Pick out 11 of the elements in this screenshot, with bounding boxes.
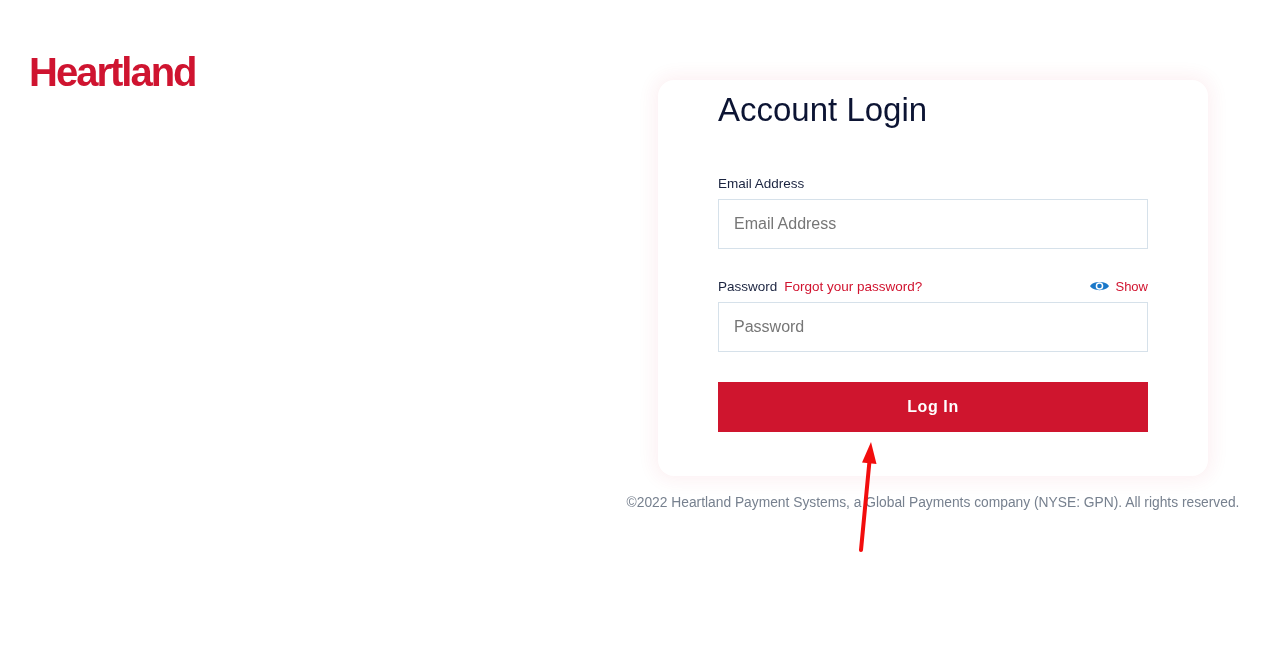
email-field[interactable]: Email Address (718, 199, 1148, 249)
logo: Heartland (29, 50, 196, 94)
show-password-button[interactable]: Show (1090, 278, 1148, 294)
login-button[interactable]: Log In (718, 382, 1148, 432)
field-label: Password (718, 278, 778, 294)
password-field[interactable]: Password (718, 302, 1148, 352)
field-label: Email Address (718, 175, 805, 191)
forgot-password-link[interactable]: Forgot your password? (784, 278, 923, 294)
copyright-text: ©2022 Heartland Payment Systems, a Global Payments company (NYSE: GPN). All rights reserved. (626, 495, 1240, 511)
eye-icon (1090, 280, 1110, 292)
card-title: Account Login (718, 90, 929, 130)
